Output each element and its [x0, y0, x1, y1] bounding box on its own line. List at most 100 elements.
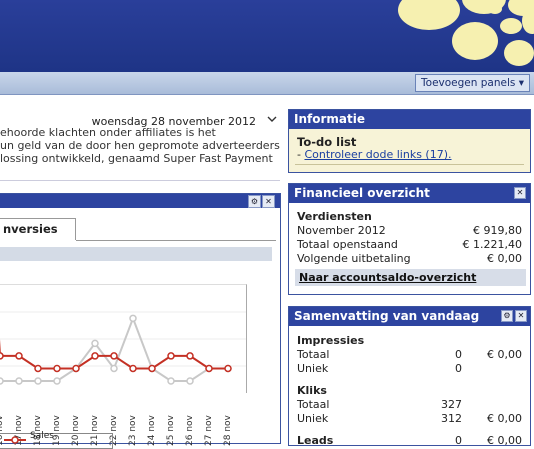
kliks-title: Kliks	[297, 384, 327, 397]
logo-shape	[488, 4, 502, 14]
finance-row: Totaal openstaand € 1.221,40	[297, 238, 522, 251]
x-tick-label: 26 nov	[185, 415, 195, 446]
data-point	[129, 314, 137, 323]
data-point	[34, 377, 42, 385]
row-count: 0	[455, 362, 462, 375]
data-point	[0, 352, 4, 360]
row-count: 0	[455, 348, 462, 361]
divider	[295, 164, 524, 165]
logo-shape	[500, 18, 522, 34]
data-point	[15, 377, 23, 385]
data-point	[129, 364, 137, 373]
news-panel: woensdag 28 november 2012 ehoorde klacht…	[0, 110, 280, 180]
data-point	[167, 352, 175, 360]
row-label: Totaal	[297, 398, 330, 411]
x-tick-label: 27 nov	[204, 415, 214, 446]
row-label: Uniek	[297, 362, 329, 375]
logo-shape	[504, 40, 534, 66]
divider	[0, 180, 280, 181]
data-point	[186, 352, 194, 360]
toolbar: Toevoegen panels ▾	[0, 72, 534, 95]
finance-panel-title: Financieel overzicht ✕	[289, 184, 530, 203]
logo-shape	[398, 0, 460, 30]
settings-icon[interactable]: ⚙	[501, 310, 513, 322]
todo-link[interactable]: Controleer dode links (17).	[304, 148, 451, 161]
finance-panel: Financieel overzicht ✕ Verdiensten Novem…	[288, 183, 531, 295]
row-value: € 919,80	[473, 224, 522, 237]
logo-shape	[522, 8, 534, 34]
todo-item: - Controleer dode links (17).	[297, 148, 522, 161]
x-tick-label: 25 nov	[166, 415, 176, 446]
row-value: € 0,00	[487, 252, 522, 265]
data-point	[91, 352, 99, 360]
row-label: Totaal	[297, 348, 330, 361]
close-icon[interactable]: ✕	[262, 195, 275, 208]
data-point	[15, 352, 23, 360]
stats-panel-header	[0, 194, 280, 208]
tab-underline	[76, 240, 276, 241]
finance-section-title: Verdiensten	[297, 210, 372, 223]
data-point	[110, 364, 118, 373]
row-count: 312	[441, 412, 462, 425]
summary-panel-title: Samenvatting van vandaag ⚙ ✕	[289, 307, 530, 326]
row-value: € 1.221,40	[462, 238, 522, 251]
tab-conversies[interactable]: nversies	[0, 218, 76, 240]
data-point	[91, 339, 99, 348]
data-point	[167, 377, 175, 385]
add-panels-label: Toevoegen panels	[421, 77, 516, 89]
row-value: € 0,00	[487, 434, 522, 447]
data-point	[148, 364, 156, 373]
line-chart	[0, 311, 246, 385]
data-point	[186, 377, 194, 385]
summary-row: Uniek 0	[297, 362, 522, 375]
close-icon[interactable]: ✕	[515, 310, 527, 322]
data-point	[53, 377, 61, 385]
x-tick-label: 24 nov	[147, 415, 157, 446]
data-point	[34, 364, 42, 373]
finance-title-text: Financieel overzicht	[294, 186, 430, 200]
close-icon[interactable]: ✕	[514, 187, 526, 199]
x-tick-label: 23 nov	[128, 415, 138, 446]
row-count: 0	[455, 434, 462, 447]
row-value: € 0,00	[487, 348, 522, 361]
news-text: un geld van de door hen gepromote advert…	[0, 139, 280, 152]
chart-legend: Sales	[0, 431, 113, 449]
settings-icon[interactable]: ⚙	[248, 195, 261, 208]
summary-row: Totaal 327	[297, 398, 522, 411]
legend-label: Sales	[30, 431, 54, 441]
row-count: 327	[441, 398, 462, 411]
data-point	[53, 364, 61, 373]
data-point	[110, 352, 118, 360]
finance-row: Volgende uitbetaling € 0,00	[297, 252, 522, 265]
data-point	[205, 364, 213, 373]
chart-subheader	[0, 247, 272, 261]
summary-row: 0 € 0,00	[297, 434, 522, 447]
x-tick-label: 28 nov	[223, 415, 233, 446]
header-banner	[0, 0, 534, 72]
data-point	[224, 364, 232, 373]
chevron-down-icon: ▾	[518, 77, 524, 89]
row-label: Volgende uitbetaling	[297, 252, 411, 265]
news-text: ehoorde klachten onder affiliates is het	[0, 126, 216, 139]
news-text: lossing ontwikkeld, genaamd Super Fast P…	[0, 152, 273, 165]
finance-row: November 2012 € 919,80	[297, 224, 522, 237]
logo-shape	[452, 22, 498, 60]
summary-title-text: Samenvatting van vandaag	[294, 309, 480, 323]
row-value: € 0,00	[487, 412, 522, 425]
chart-plot-area	[0, 284, 247, 393]
info-panel-title: Informatie	[289, 110, 530, 129]
collapse-icon[interactable]	[267, 113, 277, 126]
stats-panel: ⚙ ✕ nversies 16 nov 17 nov 18 nov 19 nov 20 …	[0, 193, 281, 449]
summary-row: Totaal 0 € 0,00	[297, 348, 522, 361]
add-panels-button[interactable]: Toevoegen panels ▾	[415, 74, 530, 92]
row-label: Totaal openstaand	[297, 238, 398, 251]
summary-panel: Samenvatting van vandaag ⚙ ✕ Impressies …	[288, 306, 531, 447]
account-balance-link[interactable]: Naar accountsaldo-overzicht	[299, 271, 476, 284]
row-label: Uniek	[297, 412, 329, 425]
row-label: November 2012	[297, 224, 386, 237]
todo-title: To-do list	[297, 135, 357, 149]
data-point	[0, 377, 4, 385]
account-link-bar: Naar accountsaldo-overzicht	[295, 269, 526, 286]
impressies-title: Impressies	[297, 334, 365, 347]
info-panel: Informatie To-do list - Controleer dode …	[288, 109, 531, 173]
